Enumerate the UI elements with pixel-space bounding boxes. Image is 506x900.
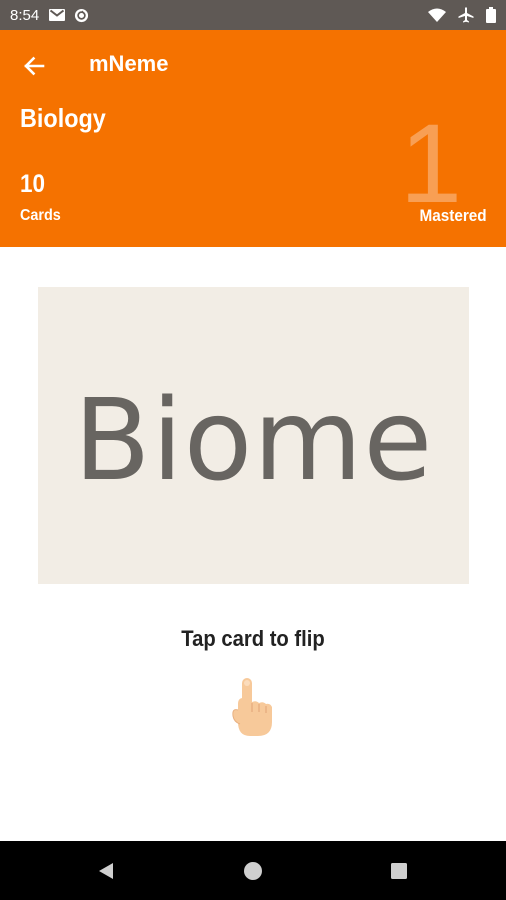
app-title: mNeme xyxy=(89,51,169,76)
arrow-left-icon xyxy=(24,56,45,76)
flip-hint: Tap card to flip xyxy=(181,626,325,651)
system-nav-bar xyxy=(0,841,506,900)
sync-icon xyxy=(74,8,89,23)
nav-home-button[interactable] xyxy=(223,841,283,900)
mastered-count: 1 xyxy=(399,101,462,226)
card-term: Biome xyxy=(73,375,434,506)
cards-label: Cards xyxy=(20,207,61,224)
nav-back-button[interactable] xyxy=(76,841,136,900)
status-time: 8:54 xyxy=(10,6,40,24)
deck-title: Biology xyxy=(20,103,106,133)
nav-recents-button[interactable] xyxy=(369,841,429,900)
status-icons-left xyxy=(49,8,89,23)
status-bar: 8:54 xyxy=(0,0,506,30)
status-icons-right xyxy=(428,7,496,23)
cards-count: 10 xyxy=(20,170,46,198)
wifi-icon xyxy=(428,8,446,22)
battery-icon xyxy=(486,7,496,23)
screen: 8:54 mNeme Biology 10 Cards 1 Mastered B… xyxy=(0,0,506,900)
gmail-icon xyxy=(49,9,66,21)
flash-card[interactable]: Biome xyxy=(38,287,469,584)
tap-hand-icon xyxy=(230,676,278,738)
airplane-icon xyxy=(458,7,474,23)
home-circle-icon xyxy=(244,861,262,880)
back-triangle-icon xyxy=(99,862,113,879)
recents-square-icon xyxy=(391,862,407,879)
mastered-label: Mastered xyxy=(419,206,487,225)
back-button[interactable] xyxy=(18,50,50,82)
deck-header: mNeme Biology 10 Cards 1 Mastered xyxy=(0,30,506,247)
